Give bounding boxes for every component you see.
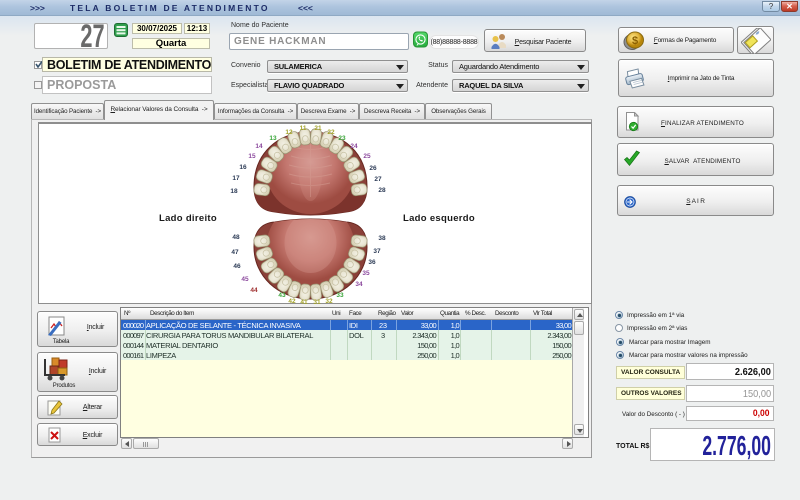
svg-text:14: 14 [255,143,263,150]
svg-text:16: 16 [239,164,247,171]
svg-text:48: 48 [232,234,240,241]
svg-text:47: 47 [231,249,239,256]
svg-text:41: 41 [300,299,308,306]
svg-text:37: 37 [373,248,381,255]
svg-text:31: 31 [313,299,321,306]
svg-text:12: 12 [285,129,293,136]
svg-text:42: 42 [288,298,296,305]
svg-text:25: 25 [363,153,371,160]
svg-text:33: 33 [336,292,344,299]
svg-text:46: 46 [233,263,241,270]
svg-text:27: 27 [374,176,382,183]
svg-text:36: 36 [368,259,376,266]
svg-text:15: 15 [248,153,256,160]
svg-text:23: 23 [338,135,346,142]
svg-text:21: 21 [314,125,322,132]
svg-text:17: 17 [232,175,240,182]
svg-text:22: 22 [327,129,335,136]
svg-text:13: 13 [269,135,277,142]
svg-text:38: 38 [378,235,386,242]
svg-text:28: 28 [378,187,386,194]
svg-text:35: 35 [362,270,370,277]
svg-text:26: 26 [369,165,377,172]
svg-text:43: 43 [278,292,286,299]
svg-text:11: 11 [300,125,307,132]
svg-text:24: 24 [350,143,358,150]
svg-text:18: 18 [230,188,238,195]
svg-text:34: 34 [355,281,363,288]
svg-text:44: 44 [250,287,258,294]
svg-text:45: 45 [241,276,249,283]
svg-text:32: 32 [325,298,333,305]
